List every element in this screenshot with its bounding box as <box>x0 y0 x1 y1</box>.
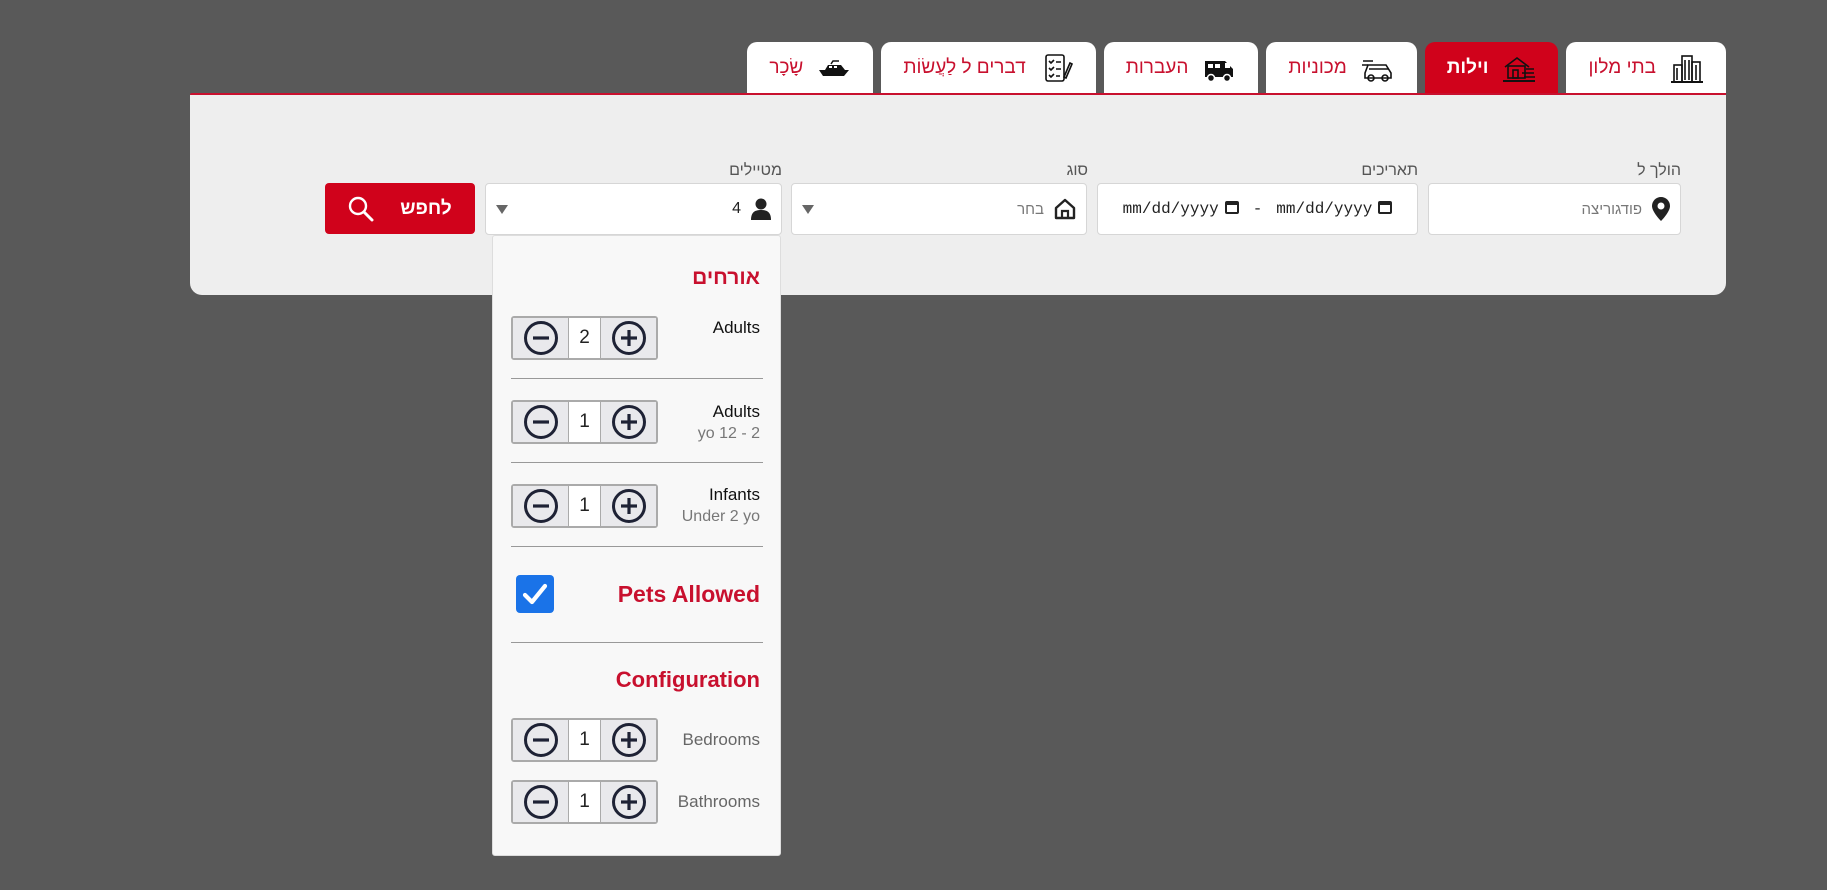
bathrooms-stepper[interactable]: 1 <box>511 780 658 824</box>
chevron-down-icon <box>496 204 508 214</box>
calendar-icon[interactable] <box>1224 201 1239 214</box>
tab-transfers[interactable]: העברות <box>1103 42 1259 94</box>
stepper-value: 1 <box>568 402 601 442</box>
dates-label: תאריכים <box>1361 162 1418 179</box>
increment-button[interactable] <box>601 402 656 442</box>
minus-circle-icon <box>523 321 558 355</box>
type-select[interactable]: בחר <box>791 183 1087 235</box>
decrement-button[interactable] <box>513 782 568 822</box>
type-value: בחר <box>1017 200 1044 218</box>
travelers-select[interactable]: 4 <box>485 183 782 235</box>
tab-things-to-do[interactable]: דברים ל לַעֲשׂוֹת <box>881 42 1096 94</box>
row-sublabel: yo 12 - 2 <box>697 425 760 442</box>
search-button-label: לחפש <box>400 197 452 219</box>
pets-allowed-label: Pets Allowed <box>617 581 760 607</box>
minus-circle-icon <box>523 723 558 757</box>
plus-circle-icon <box>611 785 646 819</box>
search-icon <box>349 196 374 221</box>
search-button[interactable]: לחפש <box>325 183 475 234</box>
increment-button[interactable] <box>601 720 656 760</box>
tab-charter[interactable]: שָׂכָר <box>747 42 874 94</box>
decrement-button[interactable] <box>513 486 568 526</box>
row-label-text: Adults <box>712 318 760 337</box>
van-icon <box>1205 61 1234 83</box>
yacht-icon <box>819 60 850 76</box>
plus-circle-icon <box>611 489 646 523</box>
tab-label: שָׂכָר <box>769 57 804 78</box>
tab-label: מכוניות <box>1288 57 1347 78</box>
row-label-text: Infants <box>708 485 760 504</box>
date-from-input[interactable]: mm/dd/yyyy <box>1123 200 1239 218</box>
date-from-value: mm/dd/yyyy <box>1122 200 1219 218</box>
destination-label: הולך ל <box>1637 162 1681 179</box>
tab-cars[interactable]: מכוניות <box>1266 42 1417 94</box>
stepper-value: 1 <box>568 782 601 822</box>
decrement-button[interactable] <box>513 720 568 760</box>
adults-stepper[interactable]: 2 <box>511 316 658 360</box>
divider <box>511 378 763 379</box>
villa-icon <box>1503 57 1536 82</box>
stepper-value: 1 <box>568 720 601 760</box>
plus-circle-icon <box>611 321 646 355</box>
divider <box>511 462 763 463</box>
tab-villas[interactable]: וילות <box>1424 42 1559 94</box>
row-label-text: Adults <box>712 402 760 421</box>
destination-field[interactable]: פודגוריצה <box>1428 183 1681 235</box>
configuration-heading: Configuration <box>615 667 760 692</box>
divider <box>511 546 763 547</box>
checklist-icon <box>1044 54 1073 82</box>
tab-label: וילות <box>1446 57 1489 78</box>
minus-circle-icon <box>523 785 558 819</box>
search-panel: הולך ל פודגוריצה תאריכים mm/dd/yyyy - mm… <box>190 93 1726 295</box>
bathrooms-label: Bathrooms <box>677 792 760 811</box>
destination-input[interactable]: פודגוריצה <box>1582 201 1642 218</box>
increment-button[interactable] <box>601 782 656 822</box>
guests-heading: אורחים <box>692 266 760 289</box>
children-stepper[interactable]: 1 <box>511 400 658 444</box>
date-separator: - <box>1252 200 1263 218</box>
infants-stepper[interactable]: 1 <box>511 484 658 528</box>
minus-circle-icon <box>523 405 558 439</box>
buildings-icon <box>1671 55 1703 83</box>
date-to-value: mm/dd/yyyy <box>1276 200 1373 218</box>
home-icon <box>1054 198 1076 220</box>
decrement-button[interactable] <box>513 318 568 358</box>
adults-label: Adults <box>713 318 760 338</box>
travelers-label: מטיילים <box>729 162 782 179</box>
infants-label: Infants Under 2 yo <box>682 485 760 526</box>
date-to-input[interactable]: mm/dd/yyyy <box>1276 200 1393 218</box>
plus-circle-icon <box>611 723 646 757</box>
travelers-dropdown: אורחים Adults 2 Adults yo 12 - 2 1 Infant… <box>492 235 781 856</box>
minus-circle-icon <box>523 489 558 523</box>
category-tabs: בתי מלון וילות מכוניות העברות דברים ל לַ… <box>747 42 1726 94</box>
tab-label: דברים ל לַעֲשׂוֹת <box>903 57 1026 78</box>
car-icon <box>1361 60 1392 82</box>
increment-button[interactable] <box>601 318 656 358</box>
plus-circle-icon <box>611 405 646 439</box>
user-icon <box>751 198 771 220</box>
dates-field[interactable]: mm/dd/yyyy - mm/dd/yyyy <box>1097 183 1418 235</box>
bedrooms-stepper[interactable]: 1 <box>511 718 658 762</box>
checkmark-icon <box>522 583 548 605</box>
location-pin-icon <box>1652 197 1670 221</box>
tab-hotels[interactable]: בתי מלון <box>1566 42 1726 94</box>
stepper-value: 2 <box>568 318 601 358</box>
children-label: Adults yo 12 - 2 <box>698 402 760 443</box>
divider <box>511 642 763 643</box>
calendar-icon[interactable] <box>1378 201 1393 214</box>
chevron-down-icon <box>802 204 814 214</box>
type-label: סוג <box>1066 162 1088 179</box>
tab-label: העברות <box>1125 57 1189 78</box>
pets-allowed-checkbox[interactable] <box>516 575 554 613</box>
increment-button[interactable] <box>601 486 656 526</box>
decrement-button[interactable] <box>513 402 568 442</box>
row-sublabel: Under 2 yo <box>681 508 760 525</box>
bedrooms-label: Bedrooms <box>682 730 760 749</box>
travelers-count: 4 <box>732 200 741 217</box>
tab-label: בתי מלון <box>1588 57 1656 78</box>
stepper-value: 1 <box>568 486 601 526</box>
